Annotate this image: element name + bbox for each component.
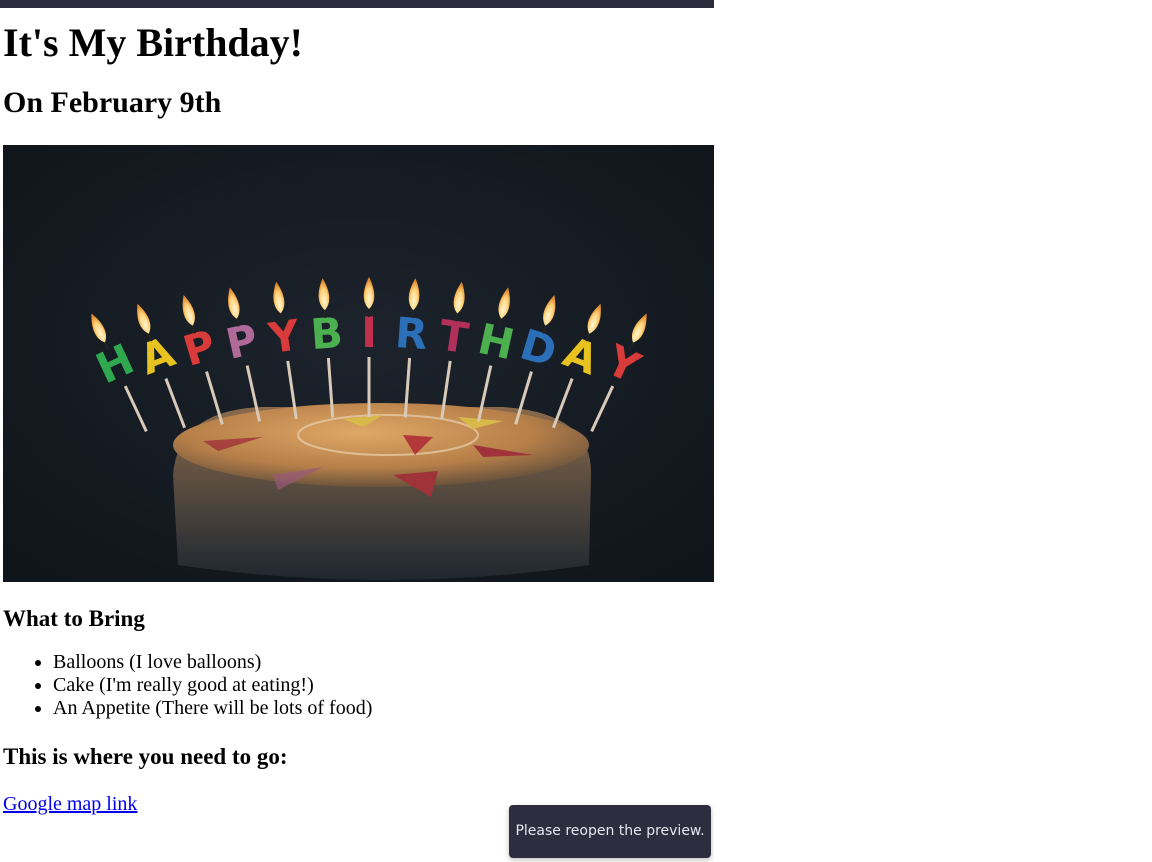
page-content: It's My Birthday! On February 9th H A P … bbox=[3, 8, 714, 816]
birthday-cake-image: HAP P Y B I R T HDAY bbox=[3, 145, 714, 582]
directions-heading: This is where you need to go: bbox=[3, 744, 288, 769]
svg-text:R: R bbox=[393, 308, 429, 359]
google-map-link[interactable]: Google map link bbox=[3, 792, 137, 816]
page-subtitle: On February 9th bbox=[3, 86, 222, 119]
list-item: An Appetite (There will be lots of food) bbox=[53, 697, 714, 720]
page-title: It's My Birthday! bbox=[3, 20, 303, 65]
preview-frame: It's My Birthday! On February 9th H A P … bbox=[0, 0, 714, 862]
what-to-bring-heading: What to Bring bbox=[3, 606, 145, 631]
svg-text:B: B bbox=[309, 308, 344, 359]
list-item: Cake (I'm really good at eating!) bbox=[53, 674, 714, 697]
list-item: Balloons (I love balloons) bbox=[53, 651, 714, 674]
preview-top-bar bbox=[0, 0, 714, 8]
reopen-preview-toast: Please reopen the preview. bbox=[509, 805, 711, 858]
bring-list: Balloons (I love balloons) Cake (I'm rea… bbox=[3, 651, 714, 720]
